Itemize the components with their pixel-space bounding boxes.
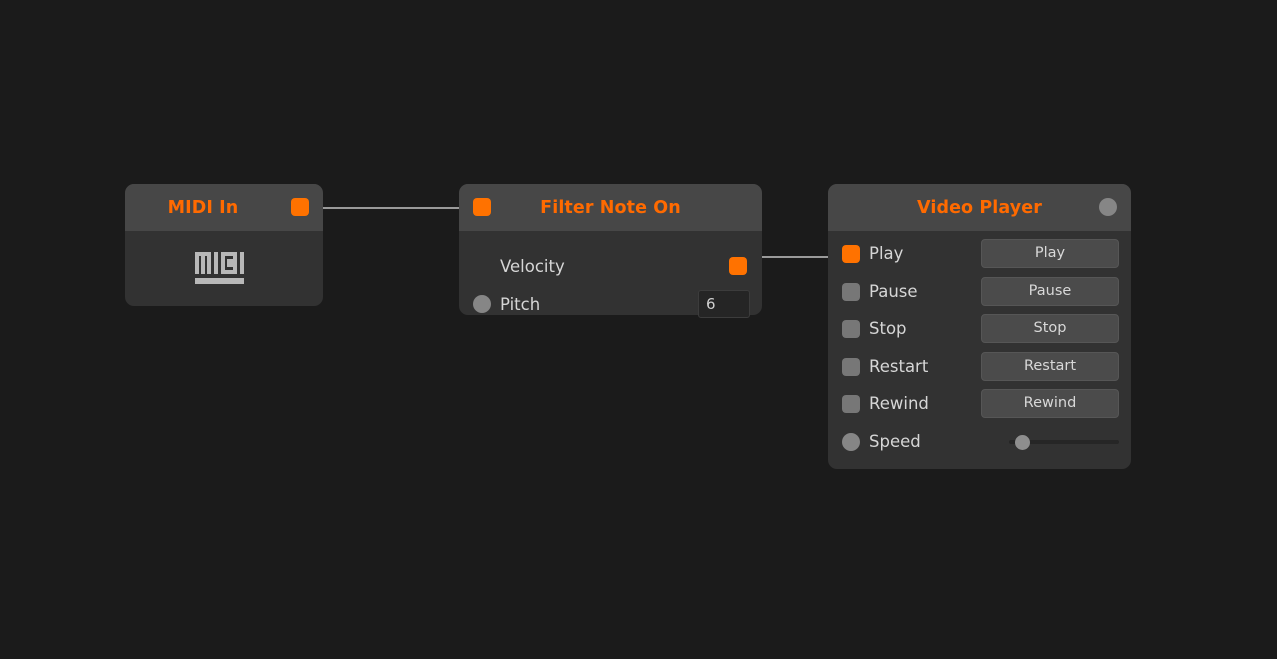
row-pitch-label: Pitch bbox=[500, 294, 541, 314]
node-midi-in-body bbox=[125, 231, 323, 306]
node-midi-in[interactable]: MIDI In bbox=[125, 184, 323, 306]
row-rewind-label: Rewind bbox=[869, 394, 929, 414]
pitch-value-input[interactable] bbox=[698, 290, 750, 318]
node-filter-note-on-title: Filter Note On bbox=[540, 197, 681, 218]
row-restart: Restart Restart bbox=[828, 348, 1131, 386]
node-filter-note-on[interactable]: Filter Note On Velocity Pitch bbox=[459, 184, 762, 318]
filter-note-on-input-port[interactable] bbox=[473, 198, 491, 216]
node-video-player-header[interactable]: Video Player bbox=[828, 184, 1131, 231]
node-video-player[interactable]: Video Player Play Play Pause Pause Stop … bbox=[828, 184, 1131, 469]
pause-input-port[interactable] bbox=[842, 282, 860, 301]
restart-input-port[interactable] bbox=[842, 357, 860, 376]
row-speed: Speed bbox=[828, 423, 1131, 461]
row-velocity: Velocity bbox=[459, 247, 762, 285]
node-midi-in-header[interactable]: MIDI In bbox=[125, 184, 323, 231]
play-input-port[interactable] bbox=[842, 245, 860, 263]
row-play: Play Play bbox=[828, 235, 1131, 273]
row-restart-label: Restart bbox=[869, 356, 929, 376]
speed-slider-thumb[interactable] bbox=[1015, 434, 1030, 450]
wire-midi-to-filter bbox=[317, 207, 467, 209]
node-graph-canvas[interactable]: MIDI In Filter Note On Velocity Pitch 6 … bbox=[0, 0, 1277, 659]
speed-input-port[interactable] bbox=[842, 432, 860, 451]
node-filter-note-on-header[interactable]: Filter Note On bbox=[459, 184, 762, 231]
speed-slider[interactable] bbox=[1009, 433, 1119, 451]
play-button[interactable]: Play bbox=[981, 239, 1119, 268]
row-stop: Stop Stop bbox=[828, 310, 1131, 348]
midi-logo-icon bbox=[195, 251, 253, 286]
row-pause-label: Pause bbox=[869, 281, 918, 301]
midi-in-output-port[interactable] bbox=[291, 198, 309, 216]
pause-button[interactable]: Pause bbox=[981, 276, 1119, 306]
row-stop-label: Stop bbox=[869, 319, 907, 339]
rewind-button[interactable]: Rewind bbox=[981, 389, 1119, 418]
stop-input-port[interactable] bbox=[842, 320, 860, 338]
velocity-output-port[interactable] bbox=[729, 257, 747, 275]
row-rewind: Rewind Rewind bbox=[828, 385, 1131, 423]
row-speed-label: Speed bbox=[869, 431, 921, 451]
rewind-input-port[interactable] bbox=[842, 395, 860, 413]
pitch-port[interactable] bbox=[473, 295, 491, 313]
node-filter-note-on-body: Velocity Pitch bbox=[459, 247, 762, 331]
row-velocity-label: Velocity bbox=[500, 256, 565, 276]
row-pause: Pause Pause bbox=[828, 273, 1131, 311]
row-play-label: Play bbox=[869, 244, 904, 264]
video-player-header-port[interactable] bbox=[1099, 198, 1117, 216]
stop-button[interactable]: Stop bbox=[981, 314, 1119, 343]
node-video-player-body: Play Play Pause Pause Stop Stop Restart … bbox=[828, 231, 1131, 473]
restart-button[interactable]: Restart bbox=[981, 351, 1119, 381]
node-video-player-title: Video Player bbox=[917, 197, 1042, 218]
row-pitch: Pitch bbox=[459, 285, 762, 323]
